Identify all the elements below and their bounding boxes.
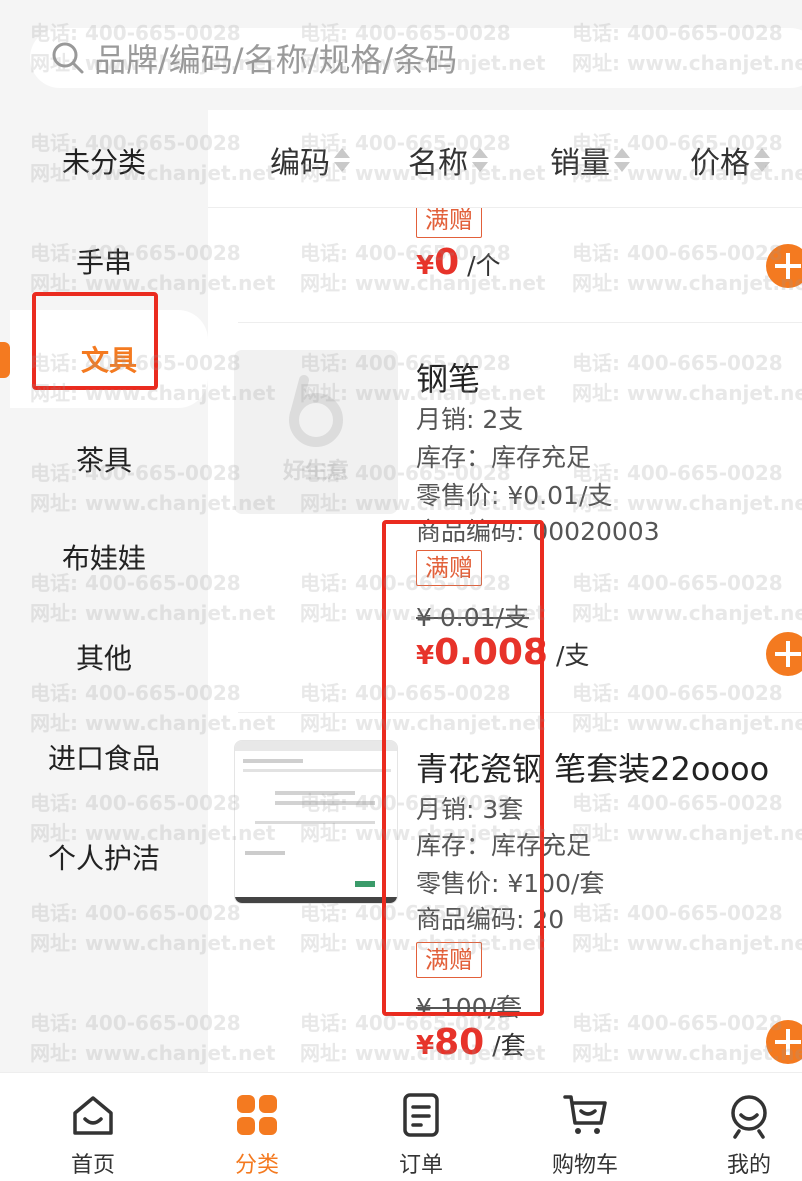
tab-label: 购物车 <box>551 1153 618 1178</box>
sale-price: ¥80/套 <box>416 1022 526 1063</box>
sort-arrows-icon <box>334 148 350 172</box>
tab-orders[interactable]: 订单 <box>341 1073 501 1181</box>
category-label: 茶具 <box>75 444 132 477</box>
sort-by-name[interactable]: 名称 <box>408 138 488 182</box>
active-indicator <box>0 342 10 378</box>
tab-label: 我的 <box>726 1153 771 1178</box>
category-item-doll[interactable]: 布娃娃 <box>0 508 208 606</box>
sort-arrows-icon <box>754 148 770 172</box>
tab-profile[interactable]: 我的 <box>669 1073 802 1181</box>
search-bar[interactable]: 品牌/编码/名称/规格/条码 <box>30 28 802 88</box>
tab-home[interactable]: 首页 <box>13 1073 173 1181</box>
sort-label: 编码 <box>270 146 330 181</box>
category-label: 个人护洁 <box>47 842 160 875</box>
sort-arrows-icon <box>614 148 630 172</box>
order-icon <box>403 1093 439 1137</box>
brand-logo-icon: 好生意 <box>282 375 349 484</box>
sort-header: 编码 名称 销量 价格 <box>208 110 802 208</box>
divider <box>238 322 802 323</box>
category-item-other[interactable]: 其他 <box>0 608 208 706</box>
product-image[interactable]: 好生意 <box>234 350 398 514</box>
tab-category[interactable]: 分类 <box>177 1073 337 1181</box>
category-item-personal-care[interactable]: 个人护洁 <box>0 808 208 906</box>
category-label: 未分类 <box>61 146 146 179</box>
sale-price: ¥0/个 <box>416 242 501 283</box>
highlight-box <box>32 292 158 390</box>
sort-arrows-icon <box>472 148 488 172</box>
highlight-box <box>382 520 544 1016</box>
svg-text:好生意: 好生意 <box>282 458 349 484</box>
stock-status: 库存：库存充足 <box>416 443 592 472</box>
search-placeholder: 品牌/编码/名称/规格/条码 <box>94 41 458 79</box>
category-label: 进口食品 <box>47 742 160 775</box>
category-label: 手串 <box>75 246 132 279</box>
add-to-cart-button[interactable] <box>766 1020 802 1064</box>
sort-label: 价格 <box>690 146 750 181</box>
monthly-sales: 月销: 2支 <box>416 405 524 434</box>
category-icon <box>237 1095 277 1135</box>
profile-icon <box>731 1095 767 1139</box>
category-item-imported-food[interactable]: 进口食品 <box>0 708 208 806</box>
add-to-cart-button[interactable] <box>766 632 802 676</box>
category-item-tea-set[interactable]: 茶具 <box>0 410 208 508</box>
tab-label: 分类 <box>234 1153 279 1178</box>
tab-label: 首页 <box>70 1153 115 1178</box>
sort-by-sales[interactable]: 销量 <box>550 138 630 182</box>
search-icon <box>52 42 84 74</box>
retail-price: 零售价: ¥0.01/支 <box>416 481 613 510</box>
home-icon <box>73 1096 113 1135</box>
tab-cart[interactable]: 购物车 <box>505 1073 665 1181</box>
product-name: 钢笔 <box>416 360 481 398</box>
category-item-uncategorized[interactable]: 未分类 <box>0 112 208 210</box>
sort-label: 销量 <box>550 146 610 181</box>
sort-by-price[interactable]: 价格 <box>690 138 770 182</box>
category-label: 其他 <box>75 642 132 675</box>
screenshot-thumbnail-icon <box>235 741 397 903</box>
product-image[interactable] <box>234 740 398 904</box>
category-sidebar: 未分类 手串 文具 茶具 布娃娃 其他 进口食品 个人护洁 <box>0 110 208 1072</box>
category-label: 布娃娃 <box>61 542 146 575</box>
add-to-cart-button[interactable] <box>766 244 802 288</box>
sort-by-code[interactable]: 编码 <box>270 138 350 182</box>
sort-label: 名称 <box>408 146 468 181</box>
bottom-tab-bar: 首页 分类 订单 购物车 我的 <box>0 1072 802 1181</box>
cart-icon <box>563 1095 607 1134</box>
tab-label: 订单 <box>398 1153 443 1178</box>
